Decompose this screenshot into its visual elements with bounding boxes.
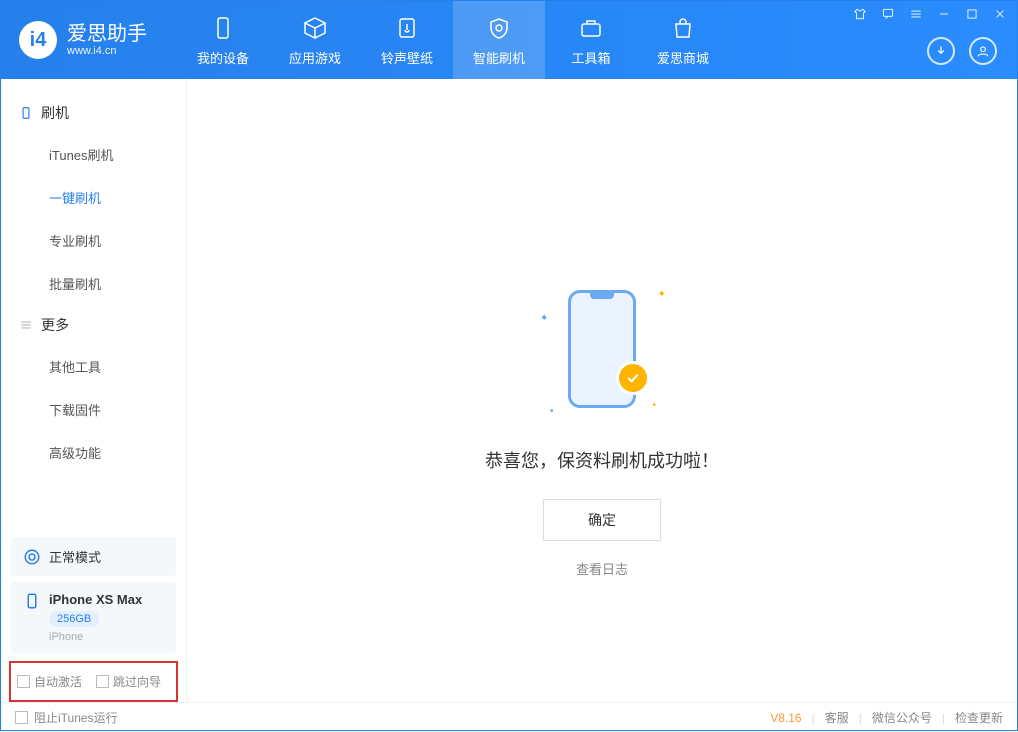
sidebar-item-pro[interactable]: 专业刷机: [1, 219, 186, 262]
device-type: iPhone: [49, 631, 142, 643]
flash-options-row: 自动激活 跳过向导: [9, 661, 178, 702]
download-button[interactable]: [927, 37, 955, 65]
main-content: ✦ ✦ • • 恭喜您，保资料刷机成功啦！ 确定 查看日志: [187, 79, 1017, 702]
maximize-button[interactable]: [963, 5, 981, 23]
sync-icon: [23, 548, 41, 566]
tab-ringtone[interactable]: 铃声壁纸: [361, 1, 453, 79]
device-capacity: 256GB: [49, 611, 99, 627]
bag-icon: [669, 14, 697, 42]
checkbox-label: 跳过向导: [113, 673, 161, 690]
sidebar-item-advanced[interactable]: 高级功能: [1, 431, 186, 474]
tab-label: 我的设备: [197, 48, 249, 67]
sparkle-icon: •: [652, 400, 656, 411]
sidebar-item-firmware[interactable]: 下载固件: [1, 388, 186, 431]
shirt-icon[interactable]: [851, 5, 869, 23]
phone-icon: [23, 592, 41, 610]
success-illustration: ✦ ✦ • •: [532, 279, 672, 419]
device-mode-card[interactable]: 正常模式: [11, 537, 176, 576]
device-icon: [209, 14, 237, 42]
toolbox-icon: [577, 14, 605, 42]
tab-apps[interactable]: 应用游戏: [269, 1, 361, 79]
sidebar-section-more: 更多: [1, 305, 186, 345]
sidebar-item-other-tools[interactable]: 其他工具: [1, 345, 186, 388]
check-update-link[interactable]: 检查更新: [955, 709, 1003, 726]
view-log-link[interactable]: 查看日志: [576, 559, 628, 578]
device-info-card[interactable]: iPhone XS Max 256GB iPhone: [11, 582, 176, 653]
tab-label: 爱思商城: [657, 48, 709, 67]
checkbox-label: 自动激活: [34, 673, 82, 690]
support-link[interactable]: 客服: [825, 709, 849, 726]
menu-icon[interactable]: [907, 5, 925, 23]
refresh-shield-icon: [485, 14, 513, 42]
tab-toolbox[interactable]: 工具箱: [545, 1, 637, 79]
section-label: 更多: [41, 315, 69, 335]
cube-icon: [301, 14, 329, 42]
app-name: 爱思助手: [67, 23, 147, 45]
tab-flash[interactable]: 智能刷机: [453, 1, 545, 79]
sparkle-icon: ✦: [658, 289, 666, 300]
app-header: i4 爱思助手 www.i4.cn 我的设备 应用游戏 铃声壁纸 智能刷机 工具…: [1, 1, 1017, 79]
music-icon: [393, 14, 421, 42]
footer: 阻止iTunes运行 V8.16 | 客服 | 微信公众号 | 检查更新: [1, 702, 1017, 732]
checkbox-icon: [15, 711, 28, 724]
sparkle-icon: •: [550, 406, 554, 417]
tab-label: 铃声壁纸: [381, 48, 433, 67]
wechat-link[interactable]: 微信公众号: [872, 709, 932, 726]
phone-icon: [19, 106, 33, 120]
sidebar-item-oneclick[interactable]: 一键刷机: [1, 176, 186, 219]
window-controls: [851, 5, 1009, 23]
logo: i4 爱思助手 www.i4.cn: [1, 21, 165, 59]
section-label: 刷机: [41, 103, 69, 123]
success-message: 恭喜您，保资料刷机成功啦！: [485, 447, 719, 473]
checkbox-icon: [96, 675, 109, 688]
tab-label: 智能刷机: [473, 48, 525, 67]
logo-icon: i4: [19, 21, 57, 59]
auto-activate-checkbox[interactable]: 自动激活: [17, 673, 82, 690]
sidebar-item-itunes[interactable]: iTunes刷机: [1, 133, 186, 176]
tab-label: 工具箱: [571, 48, 610, 67]
skip-guide-checkbox[interactable]: 跳过向导: [96, 673, 161, 690]
sidebar: 刷机 iTunes刷机 一键刷机 专业刷机 批量刷机 更多 其他工具 下载固件 …: [1, 79, 187, 702]
account-button[interactable]: [969, 37, 997, 65]
device-name: iPhone XS Max: [49, 592, 142, 607]
main-tabs: 我的设备 应用游戏 铃声壁纸 智能刷机 工具箱 爱思商城: [177, 1, 729, 79]
checkbox-label: 阻止iTunes运行: [34, 709, 118, 726]
sidebar-section-flash: 刷机: [1, 93, 186, 133]
checkbox-icon: [17, 675, 30, 688]
tab-my-device[interactable]: 我的设备: [177, 1, 269, 79]
tab-store[interactable]: 爱思商城: [637, 1, 729, 79]
tab-label: 应用游戏: [289, 48, 341, 67]
close-button[interactable]: [991, 5, 1009, 23]
sidebar-item-batch[interactable]: 批量刷机: [1, 262, 186, 305]
block-itunes-checkbox[interactable]: 阻止iTunes运行: [15, 709, 118, 726]
sparkle-icon: ✦: [540, 313, 548, 324]
feedback-icon[interactable]: [879, 5, 897, 23]
version-label: V8.16: [770, 711, 801, 725]
check-badge-icon: [616, 361, 650, 395]
device-mode-label: 正常模式: [49, 547, 101, 566]
header-actions: [927, 37, 997, 65]
app-domain: www.i4.cn: [67, 45, 147, 57]
minimize-button[interactable]: [935, 5, 953, 23]
confirm-button[interactable]: 确定: [543, 499, 661, 541]
list-icon: [19, 318, 33, 332]
